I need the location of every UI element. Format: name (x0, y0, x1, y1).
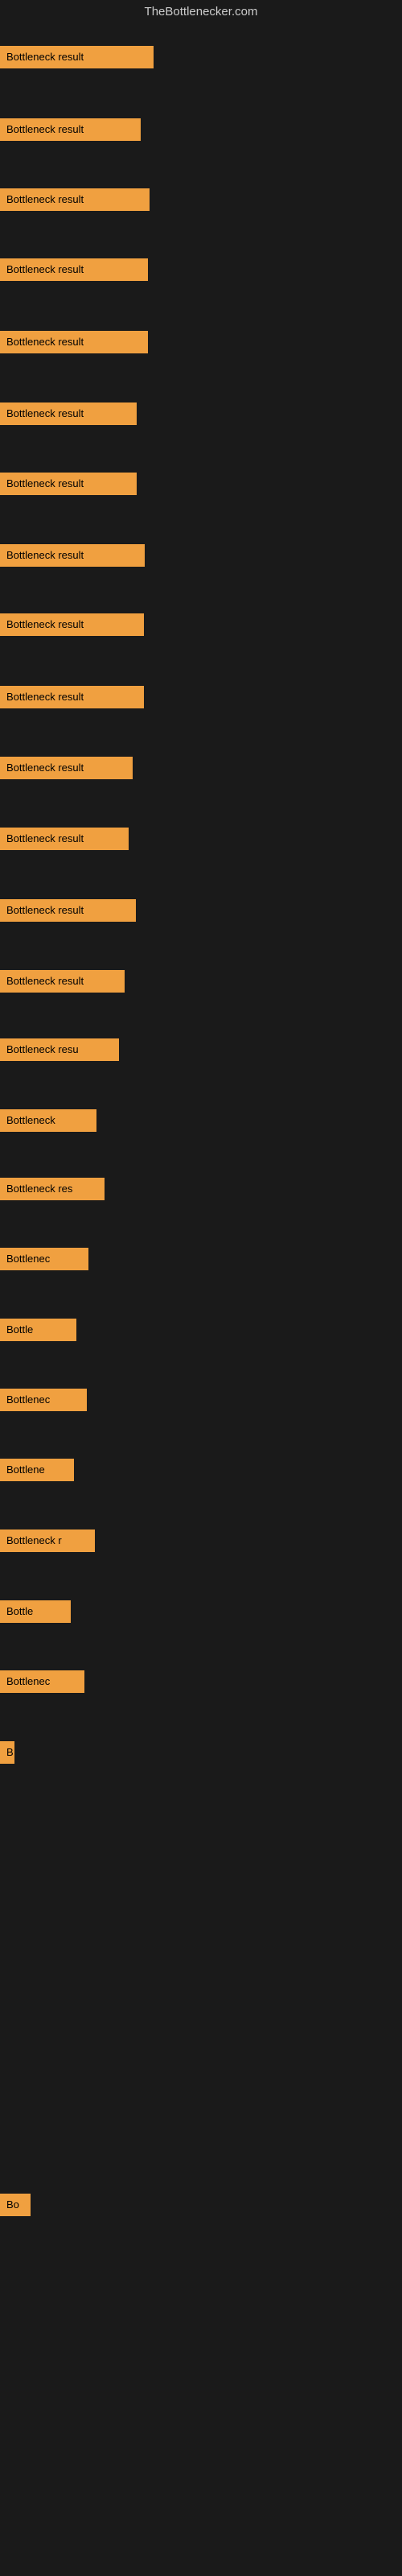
bottleneck-bar-18: Bottlenec (0, 1248, 88, 1270)
bottleneck-bar-8: Bottleneck result (0, 544, 145, 567)
bottleneck-bar-11: Bottleneck result (0, 757, 133, 779)
bottleneck-bar-13: Bottleneck result (0, 899, 136, 922)
bottleneck-bar-4: Bottleneck result (0, 258, 148, 281)
bottleneck-bar-26: Bo (0, 2194, 31, 2216)
site-title: TheBottlenecker.com (0, 0, 402, 23)
bottleneck-bar-1: Bottleneck result (0, 46, 154, 68)
bottleneck-bar-10: Bottleneck result (0, 686, 144, 708)
bottleneck-bar-25: B (0, 1741, 14, 1764)
bottleneck-bar-24: Bottlenec (0, 1670, 84, 1693)
bottleneck-bar-12: Bottleneck result (0, 828, 129, 850)
bottleneck-bar-15: Bottleneck resu (0, 1038, 119, 1061)
bottleneck-bar-7: Bottleneck result (0, 473, 137, 495)
bottleneck-bar-3: Bottleneck result (0, 188, 150, 211)
bottleneck-bar-5: Bottleneck result (0, 331, 148, 353)
bottleneck-bar-6: Bottleneck result (0, 402, 137, 425)
bottleneck-bar-19: Bottle (0, 1319, 76, 1341)
bottleneck-bar-22: Bottleneck r (0, 1530, 95, 1552)
bottleneck-bar-16: Bottleneck (0, 1109, 96, 1132)
bottleneck-bar-21: Bottlene (0, 1459, 74, 1481)
bottleneck-bar-2: Bottleneck result (0, 118, 141, 141)
bottleneck-bar-9: Bottleneck result (0, 613, 144, 636)
page-wrapper: TheBottlenecker.com Bottleneck result Bot… (0, 0, 402, 2576)
bottleneck-bar-17: Bottleneck res (0, 1178, 105, 1200)
bottleneck-bar-20: Bottlenec (0, 1389, 87, 1411)
bottleneck-bar-14: Bottleneck result (0, 970, 125, 993)
bottleneck-bar-23: Bottle (0, 1600, 71, 1623)
